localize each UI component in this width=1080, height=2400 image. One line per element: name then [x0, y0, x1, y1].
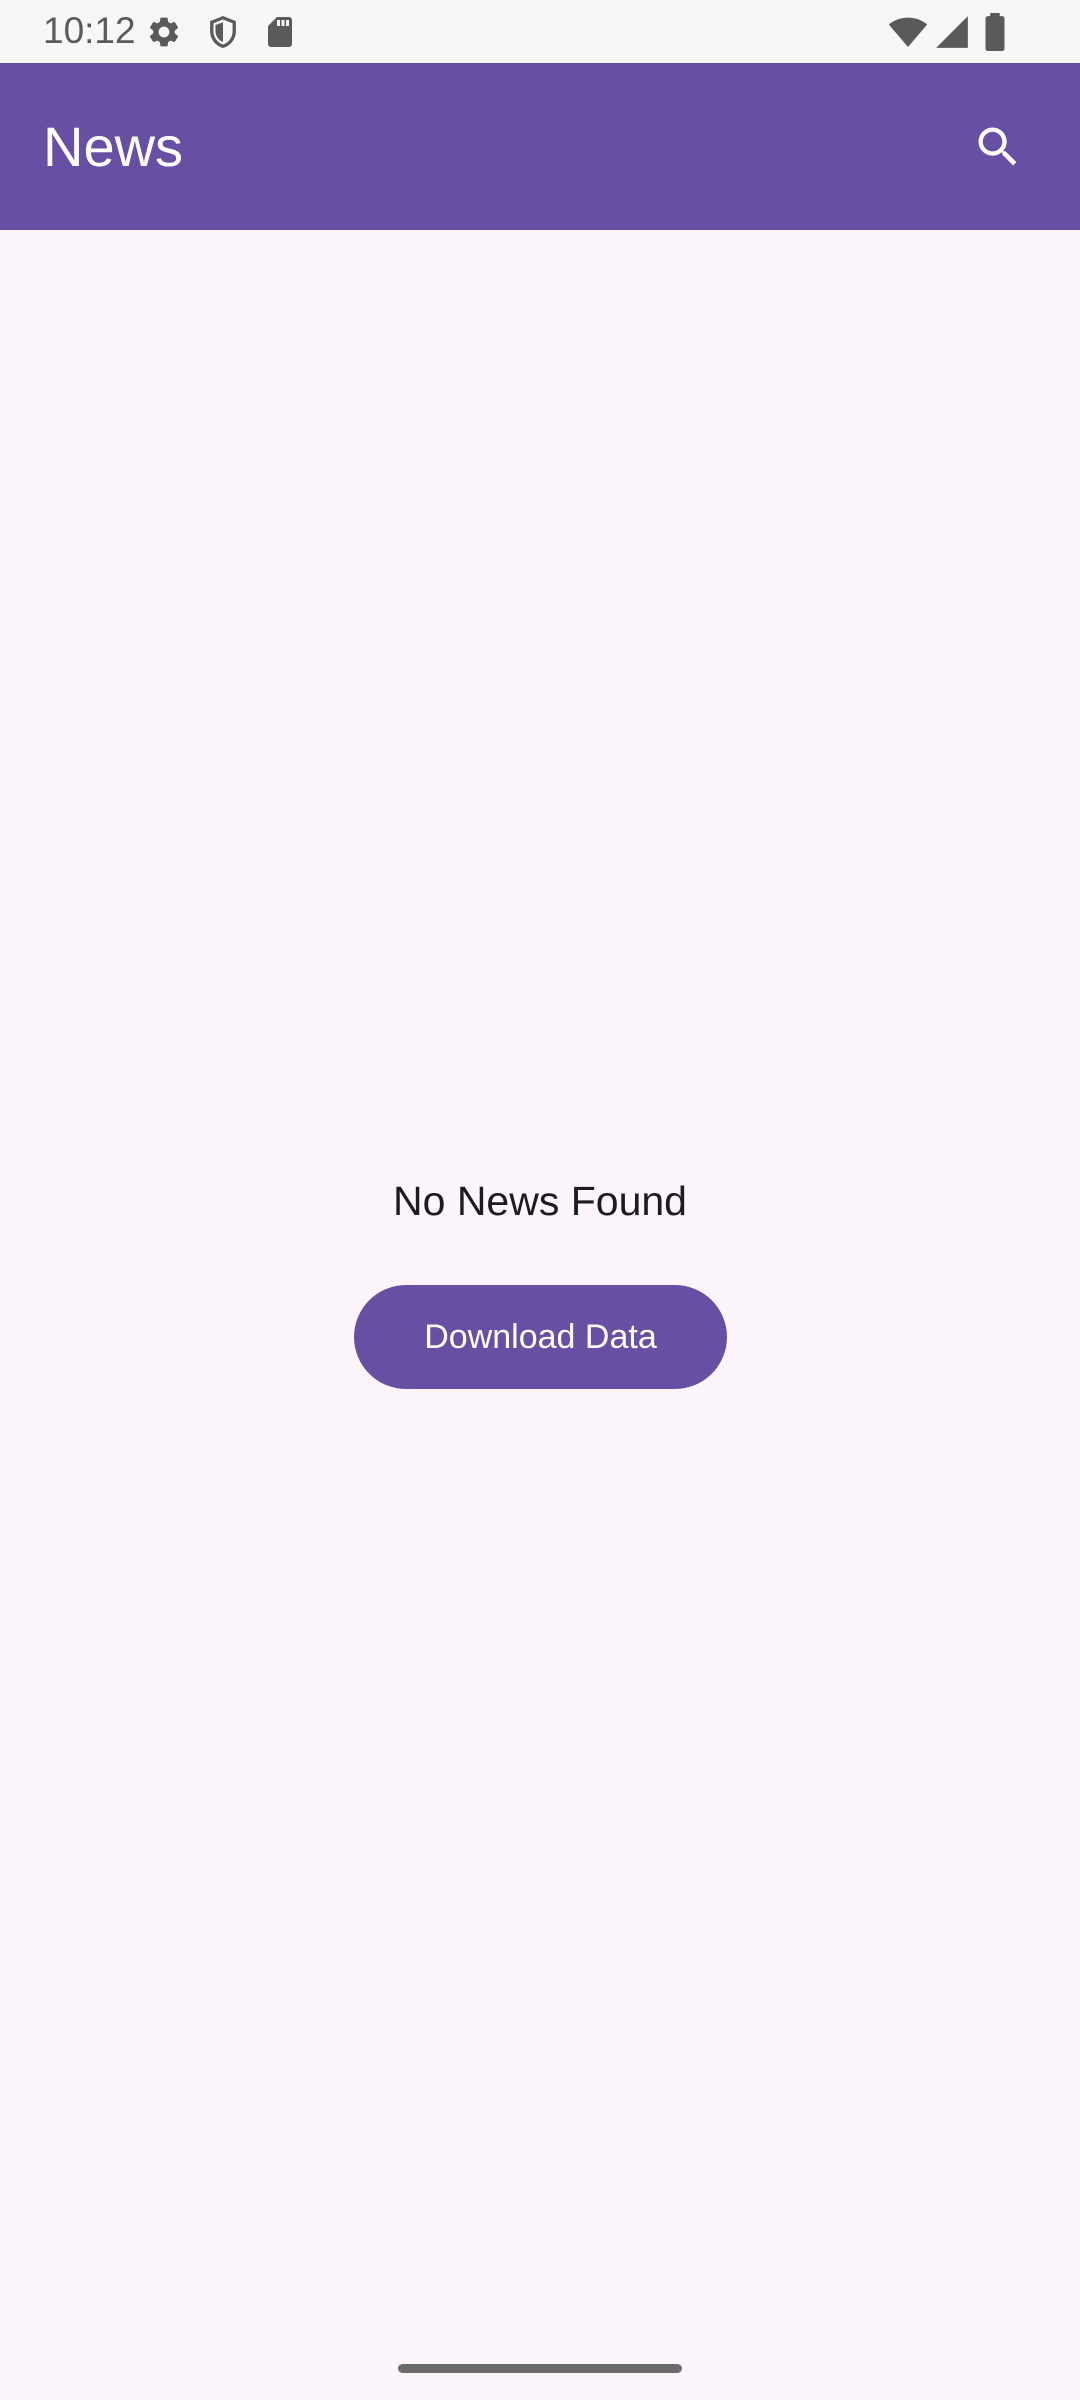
sd-card-icon	[262, 14, 298, 50]
empty-state-message: No News Found	[393, 1178, 687, 1224]
shield-icon	[205, 14, 241, 50]
gear-icon	[146, 14, 182, 50]
news-content: No News Found Download Data	[0, 230, 1080, 2400]
signal-icon	[933, 13, 971, 51]
download-data-button[interactable]: Download Data	[354, 1285, 727, 1389]
home-indicator[interactable]	[398, 2364, 682, 2373]
battery-icon	[980, 13, 1010, 51]
status-bar: 10:12	[0, 0, 1080, 63]
search-icon	[978, 127, 1017, 166]
search-button[interactable]	[968, 117, 1028, 177]
app-bar: News	[0, 63, 1080, 230]
status-time: 10:12	[43, 10, 136, 51]
wifi-icon	[888, 12, 928, 52]
app-title: News	[43, 115, 184, 178]
